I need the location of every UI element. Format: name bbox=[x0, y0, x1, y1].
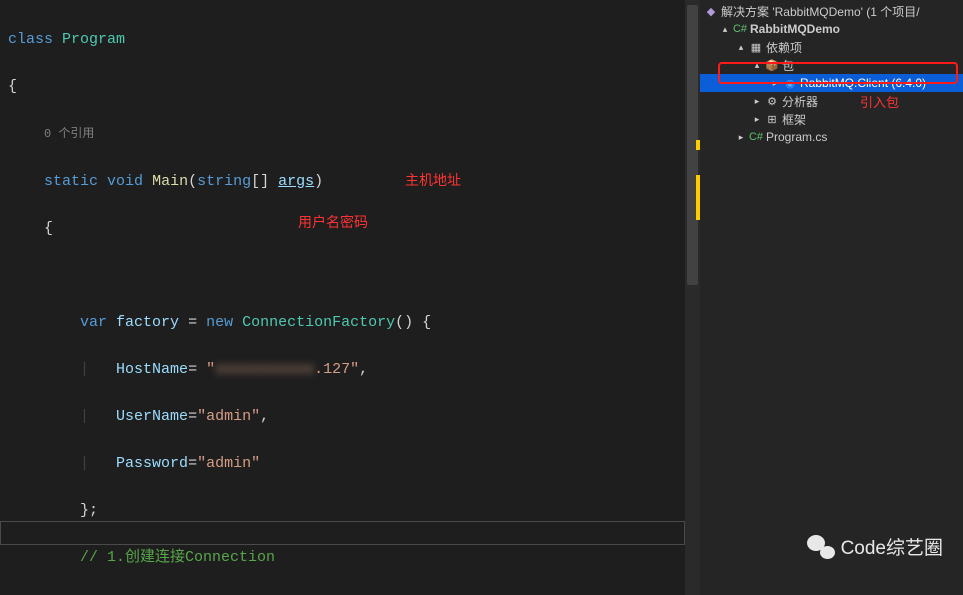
keyword: static bbox=[44, 173, 98, 190]
expand-toggle[interactable]: ▴ bbox=[752, 60, 762, 70]
string: "admin" bbox=[197, 455, 260, 472]
wechat-icon bbox=[807, 535, 835, 559]
tree-label: Program.cs bbox=[766, 130, 827, 144]
watermark: Code综艺圈 bbox=[807, 533, 943, 560]
framework-icon: ⊞ bbox=[765, 112, 779, 126]
tree-label: 依赖项 bbox=[766, 39, 802, 56]
dependencies-icon: ▦ bbox=[749, 40, 763, 54]
tree-label: 包 bbox=[782, 57, 794, 74]
brackets: [] bbox=[251, 173, 269, 190]
expand-toggle[interactable]: ▸ bbox=[736, 132, 746, 142]
tree-label: 框架 bbox=[782, 111, 806, 128]
param: args bbox=[278, 173, 314, 190]
csharp-file-icon: C# bbox=[749, 130, 763, 144]
type: string bbox=[197, 173, 251, 190]
tree-solution-node[interactable]: ◆ 解决方案 'RabbitMQDemo' (1 个项目/ bbox=[700, 2, 963, 20]
string: " bbox=[206, 361, 215, 378]
analyzer-icon: ⚙ bbox=[765, 94, 779, 108]
comment: // 1.创建连接Connection bbox=[80, 549, 275, 566]
tree-label: 分析器 bbox=[782, 93, 818, 110]
tree-project-node[interactable]: ▴ C# RabbitMQDemo bbox=[700, 20, 963, 38]
tree-file-program[interactable]: ▸ C# Program.cs bbox=[700, 128, 963, 146]
expand-toggle[interactable]: ▴ bbox=[720, 24, 730, 34]
keyword: class bbox=[8, 31, 53, 48]
vertical-scrollbar[interactable] bbox=[685, 0, 700, 595]
nuget-icon: ◉ bbox=[783, 76, 797, 90]
package-icon: 📦 bbox=[765, 58, 779, 72]
string: .127" bbox=[314, 361, 359, 378]
property: UserName bbox=[116, 408, 188, 425]
keyword: new bbox=[206, 314, 233, 331]
solution-explorer[interactable]: ◆ 解决方案 'RabbitMQDemo' (1 个项目/ ▴ C# Rabbi… bbox=[700, 0, 963, 595]
tree-packages-node[interactable]: ▴ 📦 包 bbox=[700, 56, 963, 74]
expand-toggle[interactable]: ▸ bbox=[752, 96, 762, 106]
tree-frameworks-node[interactable]: ▸ ⊞ 框架 bbox=[700, 110, 963, 128]
brace: { bbox=[44, 220, 53, 237]
expand-toggle[interactable]: ▴ bbox=[736, 42, 746, 52]
tree-label: RabbitMQ.Client (6.4.0) bbox=[800, 76, 926, 90]
codelens-references[interactable]: 0 个引用 bbox=[44, 127, 94, 141]
brace: }; bbox=[80, 502, 98, 519]
watermark-text: Code综艺圈 bbox=[841, 533, 943, 560]
solution-icon: ◆ bbox=[704, 4, 718, 18]
annotation-credentials: 用户名密码 bbox=[298, 212, 368, 232]
tree-label: RabbitMQDemo bbox=[750, 22, 840, 36]
brace: { bbox=[8, 78, 17, 95]
tree-dependencies-node[interactable]: ▴ ▦ 依赖项 bbox=[700, 38, 963, 56]
property: HostName bbox=[116, 361, 188, 378]
tree-analyzers-node[interactable]: ▸ ⚙ 分析器 bbox=[700, 92, 963, 110]
type: ConnectionFactory bbox=[242, 314, 395, 331]
code-content: class Program { 0 个引用 static void Main(s… bbox=[0, 0, 700, 595]
tree-package-rabbitmq[interactable]: ▸ ◉ RabbitMQ.Client (6.4.0) bbox=[700, 74, 963, 92]
blurred-text: xxxxxxxxxxx bbox=[215, 361, 314, 378]
tree-label: 解决方案 'RabbitMQDemo' (1 个项目/ bbox=[721, 3, 920, 20]
annotation-package: 引入包 bbox=[860, 92, 899, 111]
keyword: void bbox=[107, 173, 143, 190]
expand-toggle[interactable]: ▸ bbox=[752, 114, 762, 124]
property: Password bbox=[116, 455, 188, 472]
csharp-project-icon: C# bbox=[733, 22, 747, 36]
string: "admin" bbox=[197, 408, 260, 425]
code-editor[interactable]: class Program { 0 个引用 static void Main(s… bbox=[0, 0, 700, 595]
identifier: factory bbox=[116, 314, 179, 331]
method: Main bbox=[152, 173, 188, 190]
expand-toggle[interactable]: ▸ bbox=[770, 78, 780, 88]
keyword: var bbox=[80, 314, 107, 331]
type: Program bbox=[62, 31, 125, 48]
annotation-host: 主机地址 bbox=[405, 170, 461, 190]
tree: ◆ 解决方案 'RabbitMQDemo' (1 个项目/ ▴ C# Rabbi… bbox=[700, 0, 963, 146]
